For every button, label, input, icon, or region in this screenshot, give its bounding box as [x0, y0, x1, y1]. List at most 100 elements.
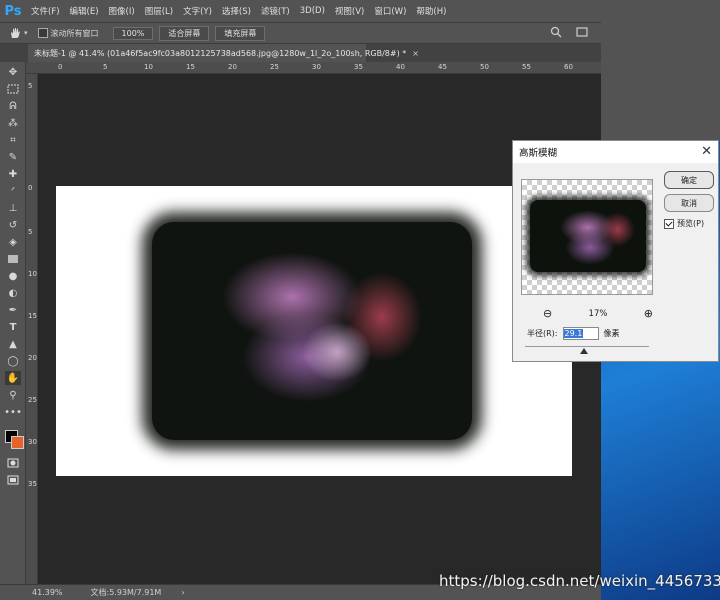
photoshop-logo: Ps: [4, 3, 22, 19]
menu-file[interactable]: 文件(F): [26, 5, 65, 17]
radius-unit: 像素: [603, 329, 620, 338]
brush-tool-icon[interactable]: ᐟ: [5, 184, 21, 198]
move-tool-icon[interactable]: ✥: [5, 65, 21, 79]
menu-image[interactable]: 图像(I): [104, 5, 140, 17]
magic-wand-icon[interactable]: ⁂: [5, 116, 21, 130]
preview-label: 预览(P): [677, 219, 705, 228]
search-icon[interactable]: [550, 26, 562, 41]
clone-stamp-icon[interactable]: ⊥: [5, 201, 21, 215]
gaussian-blur-dialog: 高斯模糊 ✕ 确定 取消 预览(P) ⊖ 17% ⊕ 半径(R): 29.1 像…: [512, 140, 719, 362]
menu-help[interactable]: 帮助(H): [411, 5, 451, 17]
scroll-all-label: 滚动所有窗口: [50, 28, 99, 38]
radius-label: 半径(R):: [527, 329, 558, 338]
blur-tool-icon[interactable]: ●: [5, 269, 21, 283]
ruler-tick: 5: [103, 63, 108, 71]
ellipse-tool-icon[interactable]: ◯: [5, 354, 21, 368]
lasso-tool-icon[interactable]: ᕱ: [5, 99, 21, 113]
ruler-tick: 0: [58, 63, 63, 71]
menu-filter[interactable]: 滤镜(T): [256, 5, 295, 17]
healing-brush-icon[interactable]: ✚: [5, 167, 21, 181]
radius-value: 29.1: [563, 329, 584, 338]
close-icon[interactable]: ✕: [701, 144, 712, 159]
path-selection-icon[interactable]: ▲: [5, 337, 21, 351]
background-color-swatch[interactable]: [11, 436, 24, 449]
type-tool-icon[interactable]: T: [5, 320, 21, 334]
quick-mask-icon[interactable]: [5, 456, 21, 470]
history-brush-icon[interactable]: ↺: [5, 218, 21, 232]
workspace-icon[interactable]: [576, 26, 588, 41]
cancel-button[interactable]: 取消: [664, 194, 714, 212]
tools-panel: ✥ ᕱ ⁂ ⌗ ✎ ✚ ᐟ ⊥ ↺ ◈ ● ◐ ✒ T ▲ ◯ ✋ ⚲ •••: [0, 62, 26, 584]
fit-screen-button[interactable]: 适合屏幕: [159, 25, 210, 41]
document-tab-bar: 未标题-1 @ 41.4% (01a46f5ac9fc03a8012125738…: [0, 44, 601, 62]
menu-view[interactable]: 视图(V): [330, 5, 369, 17]
radius-slider-track[interactable]: [525, 346, 649, 347]
preview-zoom-level: 17%: [588, 308, 608, 319]
preview-checkbox[interactable]: 预览(P): [664, 218, 704, 229]
ok-button[interactable]: 确定: [664, 171, 714, 189]
menu-select[interactable]: 选择(S): [217, 5, 256, 17]
ruler-tick: 30: [312, 63, 321, 71]
zoom-out-icon[interactable]: ⊖: [543, 307, 552, 320]
radius-slider-thumb[interactable]: [580, 348, 588, 354]
scroll-all-windows-checkbox[interactable]: 滚动所有窗口: [37, 28, 99, 39]
ruler-tick: 0: [28, 184, 33, 192]
dodge-tool-icon[interactable]: ◐: [5, 286, 21, 300]
ruler-tick: 5: [28, 228, 33, 236]
marquee-tool-icon[interactable]: [5, 82, 21, 96]
ruler-tick: 40: [396, 63, 405, 71]
preview-zoom-controls: ⊖ 17% ⊕: [543, 307, 653, 320]
menu-edit[interactable]: 编辑(E): [65, 5, 104, 17]
watermark-text: https://blog.csdn.net/weixin_44567334: [439, 572, 720, 590]
ruler-tick: 50: [480, 63, 489, 71]
pen-tool-icon[interactable]: ✒: [5, 303, 21, 317]
eraser-tool-icon[interactable]: ◈: [5, 235, 21, 249]
zoom-tool-icon[interactable]: ⚲: [5, 388, 21, 402]
menu-3d[interactable]: 3D(D): [295, 6, 330, 16]
ruler-tick: 15: [186, 63, 195, 71]
screen-mode-icon[interactable]: [5, 473, 21, 487]
ruler-tick: 10: [28, 270, 37, 278]
dialog-title-bar: 高斯模糊 ✕: [513, 141, 718, 163]
preview-photo: [530, 200, 646, 272]
fill-screen-button[interactable]: 填充屏幕: [215, 25, 266, 41]
vertical-ruler: 5 0 5 10 15 20 25 30 35: [26, 74, 38, 584]
ruler-tick: 45: [438, 63, 447, 71]
dropdown-arrow-icon[interactable]: ▾: [24, 29, 28, 37]
ruler-tick: 25: [28, 396, 37, 404]
dialog-title: 高斯模糊: [519, 148, 558, 159]
menu-type[interactable]: 文字(Y): [178, 5, 217, 17]
zoom-100-button[interactable]: 100%: [112, 26, 154, 40]
filter-preview[interactable]: [521, 179, 653, 295]
ruler-tick: 35: [354, 63, 363, 71]
document-tab[interactable]: 未标题-1 @ 41.4% (01a46f5ac9fc03a8012125738…: [28, 44, 419, 62]
menu-layer[interactable]: 图层(L): [140, 5, 178, 17]
photoshop-window-edge: [601, 0, 720, 140]
eyedropper-icon[interactable]: ✎: [5, 150, 21, 164]
radius-input[interactable]: 29.1: [562, 327, 599, 340]
ruler-tick: 55: [522, 63, 531, 71]
checkbox-icon: [37, 28, 48, 38]
ruler-tick: 10: [144, 63, 153, 71]
blurred-photo: [152, 222, 472, 440]
status-arrow-icon[interactable]: ›: [181, 588, 184, 597]
zoom-level[interactable]: 41.39%: [32, 588, 63, 597]
ruler-tick: 15: [28, 312, 37, 320]
gradient-tool-icon[interactable]: [5, 252, 21, 266]
more-tools-icon[interactable]: •••: [4, 405, 22, 419]
crop-tool-icon[interactable]: ⌗: [5, 133, 21, 147]
ruler-tick: 25: [270, 63, 279, 71]
horizontal-ruler: 0 5 10 15 20 25 30 35 40 45 50 55 60: [26, 62, 601, 74]
zoom-in-icon[interactable]: ⊕: [644, 307, 653, 320]
tab-close-icon[interactable]: ×: [412, 49, 419, 58]
hand-icon[interactable]: [8, 27, 22, 39]
menu-bar: Ps 文件(F) 编辑(E) 图像(I) 图层(L) 文字(Y) 选择(S) 滤…: [0, 0, 601, 22]
document-size: 文档:5.93M/7.91M: [90, 588, 162, 597]
options-bar: ▾ 滚动所有窗口 100% 适合屏幕 填充屏幕: [0, 22, 601, 44]
hand-tool-icon[interactable]: ✋: [5, 371, 21, 385]
ruler-tick: 30: [28, 438, 37, 446]
ruler-tick: 60: [564, 63, 573, 71]
ruler-tick: 20: [228, 63, 237, 71]
menu-window[interactable]: 窗口(W): [369, 5, 411, 17]
checkbox-checked-icon: [664, 218, 674, 229]
